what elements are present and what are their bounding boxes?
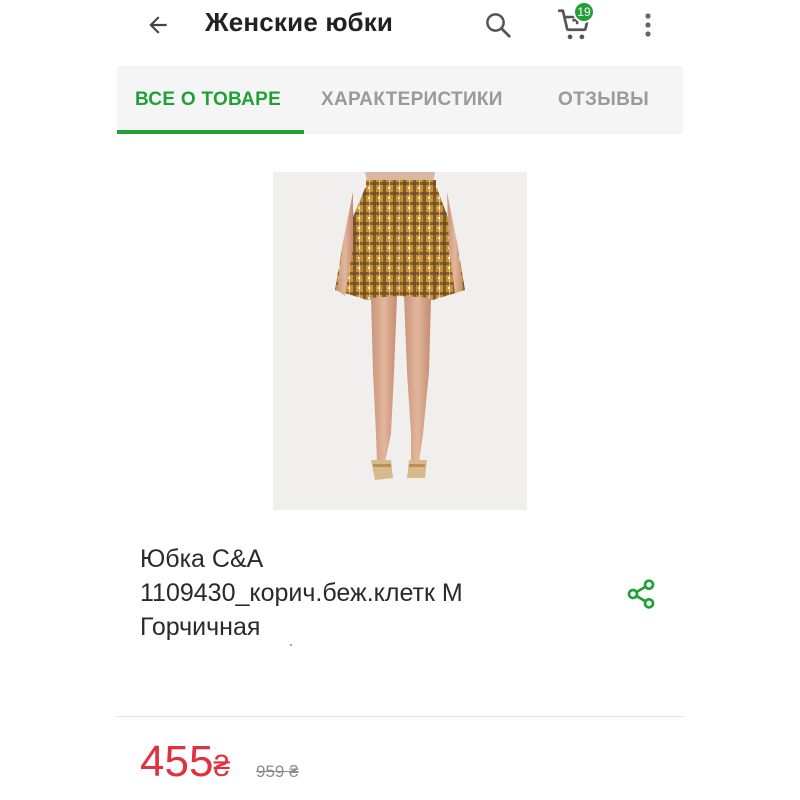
share-icon — [627, 579, 655, 609]
decorative-dot — [290, 644, 292, 646]
product-image[interactable] — [273, 172, 527, 510]
product-name-line: Горчичная — [140, 613, 261, 641]
product-name: Юбка C&A 1109430_корич.беж.клетк M Горчи… — [140, 542, 580, 644]
top-app-bar: Женские юбки 19 — [117, 0, 683, 60]
product-tabs: ВСЕ О ТОВАРЕ ХАРАКТЕРИСТИКИ ОТЗЫВЫ — [117, 66, 683, 134]
back-arrow-icon — [149, 16, 167, 34]
old-price: 959 ₴ — [256, 762, 299, 781]
skirt-model-illustration — [273, 172, 527, 510]
tab-reviews[interactable]: ОТЗЫВЫ — [558, 66, 649, 134]
back-button[interactable] — [141, 8, 175, 42]
more-options-button[interactable] — [637, 8, 659, 42]
product-name-line: Юбка C&A — [140, 545, 264, 573]
search-button[interactable] — [481, 8, 515, 42]
current-price: 455₴ — [140, 736, 230, 793]
search-icon — [486, 13, 511, 38]
tab-all-about-product[interactable]: ВСЕ О ТОВАРЕ — [135, 66, 281, 134]
active-tab-indicator — [117, 130, 304, 134]
cart-count-badge: 19 — [573, 1, 595, 23]
current-price-value: 455 — [140, 737, 214, 786]
current-price-currency: ₴ — [213, 750, 231, 783]
more-vertical-icon — [645, 13, 651, 37]
tab-characteristics[interactable]: ХАРАКТЕРИСТИКИ — [321, 66, 503, 134]
divider — [117, 716, 683, 717]
product-name-line: 1109430_корич.беж.клетк M — [140, 579, 463, 607]
page-title: Женские юбки — [205, 7, 394, 37]
share-button[interactable] — [624, 577, 658, 611]
